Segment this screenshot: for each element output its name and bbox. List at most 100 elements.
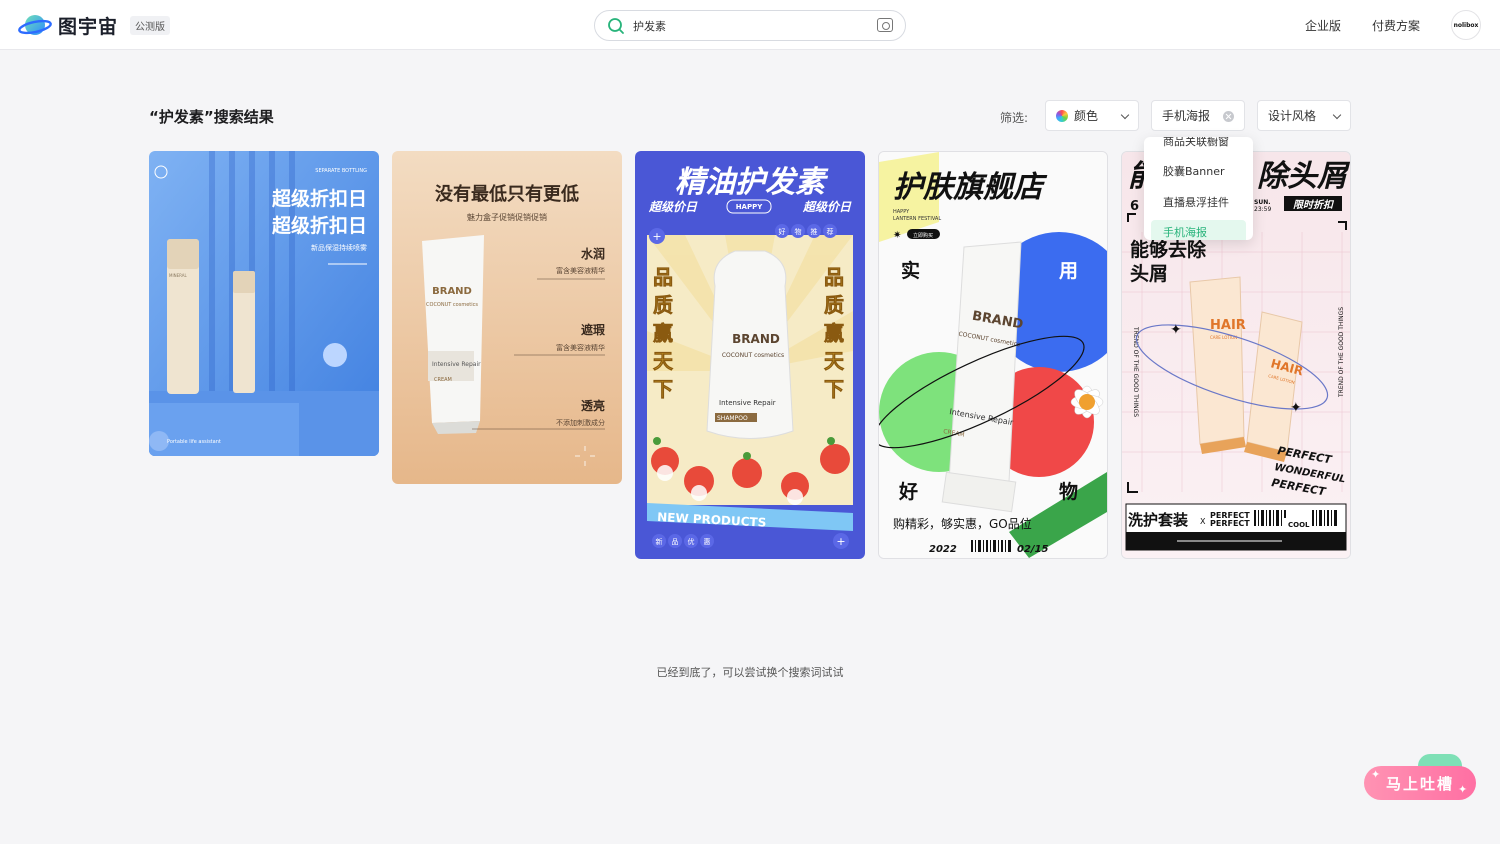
end-of-results-note: 已经到底了，可以尝试换个搜索词试试 <box>656 666 844 679</box>
card5-bottom-x: X <box>1200 517 1206 526</box>
color-filter-label: 颜色 <box>1074 109 1099 123</box>
card4-date-left: 2022 <box>929 544 957 555</box>
card1-headline-2: 超级折扣日 <box>271 214 367 237</box>
card4-tag: 立即购买 <box>913 232 933 239</box>
card2-feature-3: 透亮 <box>581 398 605 413</box>
camera-icon[interactable] <box>877 18 893 32</box>
card5-side-text-left: TREND OF THE GOOD THINGS <box>1132 326 1139 417</box>
card3-badge-bottom-3: 优 <box>688 537 695 546</box>
card5-claim-2: 头屑 <box>1130 263 1168 285</box>
card2-headline: 没有最低只有更低 <box>435 183 579 205</box>
chevron-down-icon <box>1332 110 1342 120</box>
card3-product-tag: SHAMPOO <box>717 415 748 422</box>
filter-label: 筛选: <box>1000 111 1029 125</box>
card1-subline: 新品保湿持续喷雾 <box>311 243 367 252</box>
result-card-2[interactable]: 没有最低只有更低 魅力盒子促销促销促销 BRAND COCONUT cosmet… <box>392 151 622 484</box>
menu-item-capsule-banner[interactable]: 胶囊Banner <box>1151 159 1246 184</box>
card3-vertical-left-2: 质 <box>653 293 673 317</box>
card4-date-right: 02/15 <box>1017 544 1049 555</box>
sparkle-icon: ✦ <box>1371 768 1381 781</box>
card2-feature-2-desc: 富含美容液精华 <box>556 343 605 352</box>
card3-vertical-left-4: 天 <box>653 349 674 373</box>
card5-bottom-p2: PERFECT <box>1210 519 1250 528</box>
card3-happy: HAPPY <box>736 203 764 211</box>
card3-vertical-left-1: 品 <box>653 265 673 289</box>
type-filter-dropdown[interactable]: 手机海报 <box>1151 100 1245 131</box>
card5-deal-tag: 限时折扣 <box>1293 199 1335 211</box>
chevron-down-icon <box>1120 110 1130 120</box>
type-filter-menu: 商品关联橱窗 胶囊Banner 直播悬浮挂件 手机海报 <box>1144 137 1253 240</box>
card1-headline-1: 超级折扣日 <box>271 187 367 210</box>
menu-item-mobile-poster[interactable]: 手机海报 <box>1151 220 1246 240</box>
result-card-3[interactable]: 精油护发素 超级价日 HAPPY 超级价日 好 物 推 荐 + 品 质 赢 天 … <box>635 151 865 559</box>
page-title: “护发素”搜索结果 <box>149 108 274 126</box>
card4-sub-1: HAPPY <box>893 209 910 215</box>
logo[interactable]: 图宇宙 公测版 <box>18 11 171 39</box>
card1-footer: Portable life assistant <box>167 439 221 445</box>
card3-badge-top-3: 推 <box>811 227 818 236</box>
style-filter-dropdown[interactable]: 设计风格 <box>1257 100 1351 131</box>
avatar[interactable]: nolibox <box>1451 10 1481 40</box>
card4-char-right-bottom: 物 <box>1059 480 1078 503</box>
card3-price-right: 超级价日 <box>802 200 852 214</box>
card3-headline: 精油护发素 <box>675 165 829 200</box>
card3-vertical-right-2: 质 <box>824 293 844 317</box>
card4-char-left-bottom: 好 <box>898 480 918 503</box>
card3-vertical-right-3: 赢 <box>824 321 844 345</box>
card3-product-line: Intensive Repair <box>719 399 776 407</box>
card4-headline: 护肤旗舰店 <box>893 170 1048 205</box>
card3-badge-top-2: 物 <box>795 227 802 236</box>
sparkle-icon: ✦ <box>1458 783 1468 796</box>
card5-side-text-right: TREND OF THE GOOD THINGS <box>1338 307 1345 398</box>
card4-slogan: 购精彩，够实惠，GO品位 <box>893 516 1032 531</box>
card3-vertical-right-5: 下 <box>824 377 844 401</box>
result-card-1[interactable]: SEPARATE BOTTLING 超级折扣日 超级折扣日 新品保湿持续喷雾 M… <box>149 151 379 456</box>
type-filter-label: 手机海报 <box>1162 109 1211 123</box>
card2-feature-2: 遮瑕 <box>581 322 606 337</box>
color-wheel-icon <box>1056 109 1068 122</box>
planet-logo-icon <box>18 11 52 39</box>
card2-brand: BRAND <box>432 286 472 297</box>
card4-sub-2: LANTERN FESTIVAL <box>893 216 941 222</box>
card3-badge-bottom-2: 品 <box>672 538 679 546</box>
search-input[interactable] <box>633 19 863 32</box>
card1-product-label: MINERAL <box>169 273 188 278</box>
card3-vertical-left-3: 赢 <box>653 321 673 345</box>
color-filter-dropdown[interactable]: 颜色 <box>1045 100 1139 131</box>
card3-badge-bottom-4: 惠 <box>704 537 711 546</box>
result-card-4[interactable]: 护肤旗舰店 HAPPY LANTERN FESTIVAL ✷ 立即购买 实 用 … <box>878 151 1108 559</box>
card2-brand-sub: COCONUT cosmetics <box>426 302 478 308</box>
card3-brand: BRAND <box>732 332 780 346</box>
beta-badge: 公测版 <box>130 15 171 35</box>
svg-text:✦: ✦ <box>1170 322 1182 338</box>
enterprise-link[interactable]: 企业版 <box>1305 17 1341 34</box>
card3-badge-top-1: 好 <box>779 227 786 236</box>
card5-date-1: SUN. <box>1254 199 1271 206</box>
search-icon <box>607 17 625 35</box>
card5-headline-right: 除头屑 <box>1257 159 1350 194</box>
clear-icon[interactable] <box>1223 111 1234 122</box>
menu-item-live-widget[interactable]: 直播悬浮挂件 <box>1151 190 1246 215</box>
card2-feature-1: 水润 <box>581 246 605 261</box>
card2-subline: 魅力盒子促销促销促销 <box>467 212 547 222</box>
svg-text:✦: ✦ <box>1290 400 1302 416</box>
card2-feature-1-desc: 富含美容液精华 <box>556 266 605 275</box>
card5-number: 6 <box>1130 199 1139 214</box>
card1-corner-text: SEPARATE BOTTLING <box>315 168 367 174</box>
pricing-link[interactable]: 付费方案 <box>1372 17 1420 34</box>
card4-char-right-top: 用 <box>1059 260 1078 282</box>
card5-bottom-title: 洗护套装 <box>1128 511 1189 529</box>
feedback-label: 马上吐槽 <box>1385 774 1454 793</box>
card4-char-left-top: 实 <box>901 259 920 282</box>
svg-text:✷: ✷ <box>893 230 901 241</box>
card5-bottom-cool: COOL <box>1288 521 1310 529</box>
card3-price-left: 超级价日 <box>648 200 698 214</box>
menu-item-product-window[interactable]: 商品关联橱窗 <box>1151 137 1246 154</box>
search-bar[interactable] <box>594 10 906 41</box>
flower-icon <box>1070 385 1104 419</box>
top-header: 图宇宙 公测版 企业版 付费方案 nolibox <box>0 0 1500 50</box>
style-filter-label: 设计风格 <box>1268 109 1317 123</box>
card3-badge-top-4: 荐 <box>827 227 834 236</box>
card5-date-2: 23:59 <box>1254 206 1271 213</box>
card3-vertical-right-4: 天 <box>824 349 845 373</box>
